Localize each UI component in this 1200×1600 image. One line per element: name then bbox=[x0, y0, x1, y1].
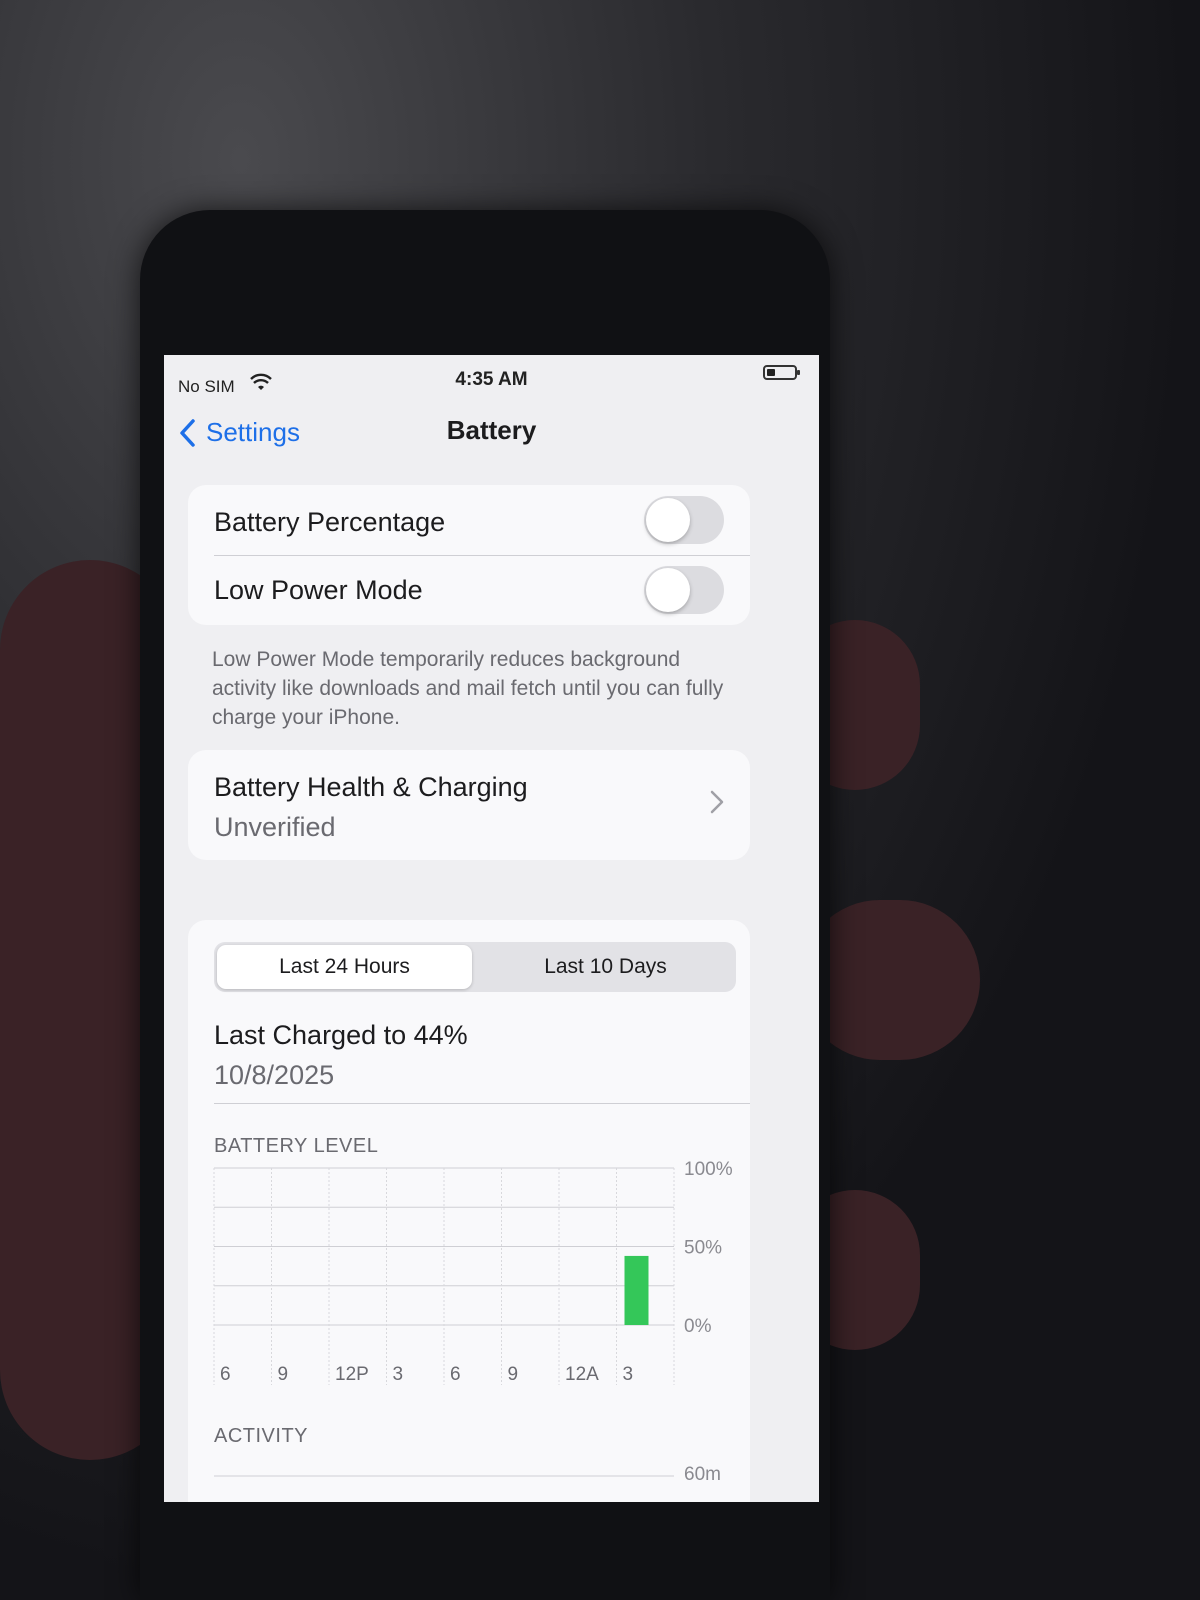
toggle-knob bbox=[646, 568, 690, 612]
battery-level-bar bbox=[624, 1255, 649, 1325]
divider bbox=[214, 1103, 750, 1104]
x-tick-label: 9 bbox=[508, 1364, 519, 1385]
x-tick-label: 3 bbox=[393, 1364, 404, 1385]
chevron-right-icon bbox=[710, 790, 724, 814]
activity-chart: 60m bbox=[214, 1464, 721, 1485]
status-time: 4:35 AM bbox=[455, 369, 528, 390]
y-tick-label: 60m bbox=[684, 1464, 721, 1485]
y-tick-label: 50% bbox=[684, 1238, 722, 1259]
x-tick-label: 12A bbox=[565, 1364, 599, 1385]
low-power-mode-row: Low Power Mode bbox=[188, 555, 750, 625]
battery-percentage-row: Battery Percentage bbox=[188, 485, 750, 555]
toggle-knob bbox=[646, 498, 690, 542]
last-charged-label: Last Charged to 44% bbox=[214, 1020, 468, 1050]
tab-last-24-hours[interactable]: Last 24 Hours bbox=[217, 945, 472, 989]
status-bar: No SIM 4:35 AM bbox=[164, 355, 819, 396]
x-tick-label: 3 bbox=[623, 1364, 634, 1385]
page-title: Battery bbox=[446, 415, 537, 445]
battery-level-caption: BATTERY LEVEL bbox=[214, 1135, 379, 1157]
low-power-mode-toggle[interactable] bbox=[644, 566, 724, 614]
y-tick-label: 100% bbox=[684, 1160, 733, 1180]
nav-bar: Settings Battery bbox=[164, 405, 819, 461]
low-power-footnote: Low Power Mode temporarily reduces backg… bbox=[212, 648, 724, 729]
x-tick-label: 9 bbox=[278, 1364, 289, 1385]
battery-fill bbox=[767, 369, 775, 376]
battery-level-chart: 6 9 12P 3 6 9 12A 3 100% 50% 0% bbox=[213, 1160, 733, 1385]
battery-icon bbox=[763, 365, 800, 380]
low-power-mode-label: Low Power Mode bbox=[214, 575, 423, 605]
battery-health-row[interactable]: Battery Health & Charging Unverified bbox=[188, 750, 750, 860]
battery-settings-screen: No SIM 4:35 AM Settings Battery Battery … bbox=[164, 355, 819, 1502]
x-tick-label: 6 bbox=[450, 1364, 461, 1385]
battery-percentage-toggle[interactable] bbox=[644, 496, 724, 544]
tab-last-10-days[interactable]: Last 10 Days bbox=[478, 945, 733, 989]
time-range-segmented-control: Last 24 Hours Last 10 Days bbox=[214, 942, 736, 992]
usage-card: Last 24 Hours Last 10 Days Last Charged … bbox=[188, 920, 750, 1502]
x-tick-label: 12P bbox=[335, 1364, 369, 1385]
last-charged-date: 10/8/2025 bbox=[214, 1060, 335, 1090]
x-tick-label: 6 bbox=[220, 1364, 231, 1385]
toggle-group: Battery Percentage Low Power Mode bbox=[188, 485, 750, 625]
battery-health-title: Battery Health & Charging bbox=[214, 772, 528, 802]
battery-percentage-label: Battery Percentage bbox=[214, 507, 446, 537]
battery-health-status: Unverified bbox=[214, 812, 336, 842]
y-tick-label: 0% bbox=[684, 1316, 712, 1337]
